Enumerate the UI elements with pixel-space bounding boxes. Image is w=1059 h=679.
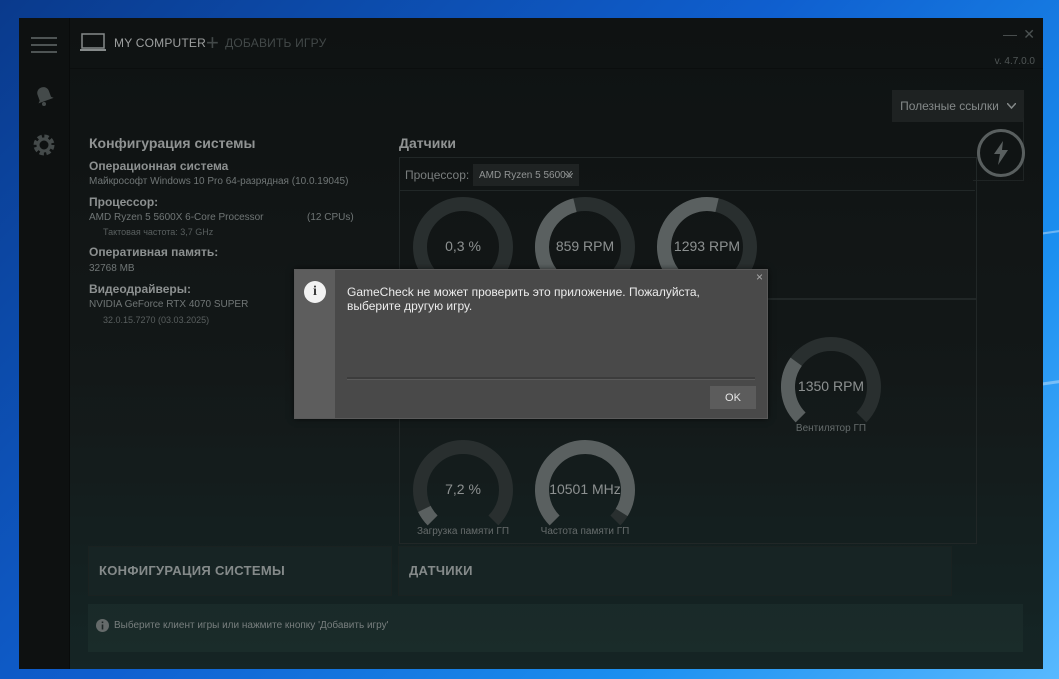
info-icon xyxy=(96,619,109,632)
cpu-count: (12 CPUs) xyxy=(307,212,354,223)
gauge-gpu-1: 7,2 % Загрузка памяти ГП xyxy=(411,438,515,548)
tab-add-game-label: ДОБАВИТЬ ИГРУ xyxy=(225,36,327,50)
settings-gear-icon[interactable] xyxy=(29,130,59,160)
useful-links-label: Полезные ссылки xyxy=(900,99,999,113)
ok-button[interactable]: OK xyxy=(710,386,756,409)
sensors-bottom-panel[interactable]: ДАТЧИКИ xyxy=(398,546,952,596)
gpu-label: Видеодрайверы: xyxy=(89,282,191,296)
dialog-separator xyxy=(347,377,755,380)
config-title: Конфигурация системы xyxy=(89,135,256,151)
gpu-driver: 32.0.15.7270 (03.03.2025) xyxy=(103,315,210,325)
cpu-select-value: AMD Ryzen 5 5600X xyxy=(479,169,573,181)
notifications-bell-icon[interactable] xyxy=(29,80,59,110)
sidebar xyxy=(19,18,70,669)
menu-icon[interactable] xyxy=(29,30,59,60)
os-value: Майкрософт Windows 10 Pro 64-разрядная (… xyxy=(89,176,349,187)
gauge-value: 0,3 % xyxy=(445,238,481,254)
dialog-message: GameCheck не может проверить это приложе… xyxy=(347,285,700,313)
cpu-select-row: Процессор: AMD Ryzen 5 5600X xyxy=(399,160,975,191)
boost-lightning-button[interactable] xyxy=(977,129,1025,177)
gauge-label: Частота памяти ГП xyxy=(540,526,630,537)
gauge-value: 1350 RPM xyxy=(797,378,865,394)
dialog-icon-strip: i xyxy=(295,270,335,418)
dialog-close-button[interactable]: × xyxy=(756,270,763,284)
gauge-value: 7,2 % xyxy=(445,481,481,497)
gauge-value: 859 RPM xyxy=(555,238,615,254)
version-label: v. 4.7.0.0 xyxy=(994,56,1035,67)
monitor-icon xyxy=(80,33,106,51)
gauge-gpu-0: 1350 RPM Вентилятор ГП xyxy=(779,335,883,445)
tab-my-computer-label: MY COMPUTER xyxy=(114,36,206,50)
chevron-down-icon xyxy=(565,173,573,178)
status-text: Выберите клиент игры или нажмите кнопку … xyxy=(114,620,389,631)
ram-value: 32768 MB xyxy=(89,263,135,274)
config-bottom-panel[interactable]: КОНФИГУРАЦИЯ СИСТЕМЫ xyxy=(88,546,392,596)
chevron-down-icon xyxy=(1006,103,1016,109)
gpu-value: NVIDIA GeForce RTX 4070 SUPER xyxy=(89,299,249,310)
gauge-label: Вентилятор ГП xyxy=(795,423,867,434)
minimize-button[interactable]: — xyxy=(1003,26,1017,42)
gauge-label: Загрузка памяти ГП xyxy=(416,526,510,537)
tab-add-game[interactable]: + ДОБАВИТЬ ИГРУ xyxy=(206,28,326,58)
ram-label: Оперативная память: xyxy=(89,245,219,259)
gauge-gpu-2: 10501 MHz Частота памяти ГП xyxy=(533,438,637,548)
cpu-select-label: Процессор: xyxy=(405,168,470,182)
cpu-select[interactable]: AMD Ryzen 5 5600X xyxy=(473,164,579,186)
tab-my-computer[interactable]: MY COMPUTER xyxy=(80,28,216,58)
cpu-clock: Тактовая частота: 3,7 GHz xyxy=(103,227,214,237)
error-dialog: i × GameCheck не может проверить это при… xyxy=(294,269,768,419)
close-window-button[interactable]: ✕ xyxy=(1023,26,1035,43)
gauge-value: 1293 RPM xyxy=(673,238,741,254)
cpu-label: Процессор: xyxy=(89,195,159,209)
info-icon: i xyxy=(304,281,326,303)
sensors-title: Датчики xyxy=(399,135,456,151)
gauge-value: 10501 MHz xyxy=(549,481,621,497)
plus-icon: + xyxy=(206,30,220,55)
sensors-bottom-title: ДАТЧИКИ xyxy=(409,563,473,578)
os-label: Операционная система xyxy=(89,159,229,173)
top-bar: MY COMPUTER + ДОБАВИТЬ ИГРУ — ✕ v. 4.7.0… xyxy=(70,18,1043,69)
status-bar: Выберите клиент игры или нажмите кнопку … xyxy=(88,604,1023,652)
lightning-icon xyxy=(994,141,1008,165)
cpu-value: AMD Ryzen 5 5600X 6-Core Processor xyxy=(89,212,264,223)
config-bottom-title: КОНФИГУРАЦИЯ СИСТЕМЫ xyxy=(99,563,286,578)
